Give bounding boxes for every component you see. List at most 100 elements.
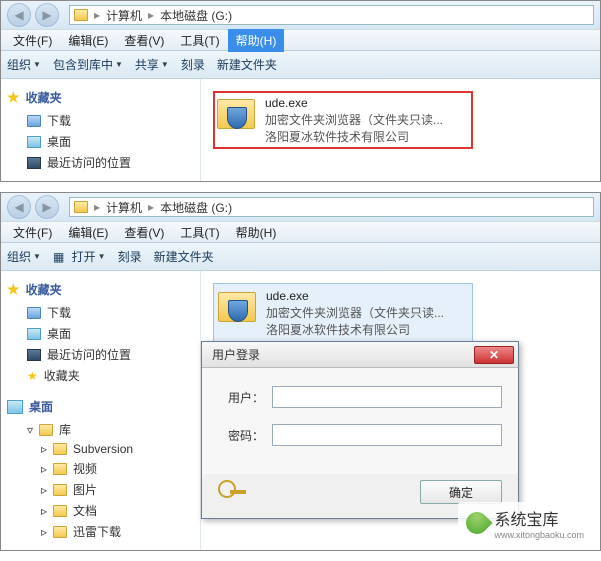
sidebar-favorites-header[interactable]: ★收藏夹 bbox=[7, 89, 194, 106]
close-button[interactable]: ✕ bbox=[474, 346, 514, 364]
include-in-library-button[interactable]: 包含到库中▼ bbox=[53, 56, 123, 73]
breadcrumb-computer[interactable]: 计算机 bbox=[106, 7, 142, 24]
menubar: 文件(F) 编辑(E) 查看(V) 工具(T) 帮助(H) bbox=[1, 221, 600, 243]
sidebar-item-downloads[interactable]: 下载 bbox=[7, 110, 194, 131]
expand-icon[interactable]: ▹ bbox=[41, 504, 47, 518]
share-button[interactable]: 共享▼ bbox=[135, 56, 169, 73]
folder-icon bbox=[53, 526, 67, 538]
folder-icon bbox=[53, 443, 67, 455]
menu-edit[interactable]: 编辑(E) bbox=[60, 29, 116, 52]
menu-edit[interactable]: 编辑(E) bbox=[60, 221, 116, 244]
sidebar-item-recent[interactable]: 最近访问的位置 bbox=[7, 344, 194, 365]
leaf-icon bbox=[462, 507, 493, 538]
sidebar-item-documents[interactable]: ▹文档 bbox=[7, 500, 194, 521]
breadcrumb-computer[interactable]: 计算机 bbox=[106, 199, 142, 216]
expand-icon[interactable]: ▹ bbox=[41, 483, 47, 497]
file-company: 洛阳夏冰软件技术有限公司 bbox=[266, 322, 444, 339]
sidebar-desktop-header[interactable]: 桌面 bbox=[7, 398, 194, 415]
content-area: ★收藏夹 下载 桌面 最近访问的位置 ude.exe 加密文件夹浏览器（文件夹只… bbox=[1, 79, 600, 181]
password-label: 密码： bbox=[218, 427, 264, 444]
watermark: 系统宝库 www.xitongbaoku.com bbox=[458, 502, 592, 544]
breadcrumb-drive[interactable]: 本地磁盘 (G:) bbox=[160, 199, 232, 216]
downloads-icon bbox=[27, 307, 41, 319]
login-dialog: 用户登录 ✕ 用户： 密码： 确定 bbox=[201, 341, 519, 519]
burn-button[interactable]: 刻录 bbox=[181, 56, 205, 73]
menu-view[interactable]: 查看(V) bbox=[116, 29, 172, 52]
organize-button[interactable]: 组织▼ bbox=[7, 248, 41, 265]
address-bar[interactable]: ▸ 计算机 ▸ 本地磁盘 (G:) bbox=[69, 5, 594, 25]
folder-icon bbox=[53, 505, 67, 517]
menu-help[interactable]: 帮助(H) bbox=[228, 29, 285, 52]
explorer-window-top: ◀ ▶ ▸ 计算机 ▸ 本地磁盘 (G:) 文件(F) 编辑(E) 查看(V) … bbox=[0, 0, 601, 182]
file-meta: ude.exe 加密文件夹浏览器（文件夹只读... 洛阳夏冰软件技术有限公司 bbox=[265, 95, 443, 145]
nav-back-button[interactable]: ◀ bbox=[7, 195, 31, 219]
sidebar-item-xunlei[interactable]: ▹迅雷下载 bbox=[7, 521, 194, 542]
sidebar-item-recent[interactable]: 最近访问的位置 bbox=[7, 152, 194, 173]
folder-icon bbox=[53, 463, 67, 475]
watermark-text: 系统宝库 bbox=[494, 512, 558, 529]
drive-icon bbox=[74, 201, 88, 213]
user-input[interactable] bbox=[272, 386, 502, 408]
separator-icon: ▸ bbox=[148, 8, 154, 22]
open-button[interactable]: ▦ 打开▼ bbox=[53, 248, 106, 265]
dialog-body: 用户： 密码： bbox=[202, 368, 518, 474]
password-input[interactable] bbox=[272, 424, 502, 446]
sidebar-item-desktop[interactable]: 桌面 bbox=[7, 323, 194, 344]
file-icon bbox=[218, 288, 258, 328]
sidebar-favorites-header[interactable]: ★收藏夹 bbox=[7, 281, 194, 298]
expand-icon[interactable]: ▹ bbox=[41, 462, 47, 476]
organize-button[interactable]: 组织▼ bbox=[7, 56, 41, 73]
file-item-ude[interactable]: ude.exe 加密文件夹浏览器（文件夹只读... 洛阳夏冰软件技术有限公司 bbox=[213, 91, 473, 149]
expand-icon[interactable]: ▿ bbox=[27, 423, 33, 437]
sidebar: ★收藏夹 下载 桌面 最近访问的位置 ★收藏夹 桌面 ▿库 ▹Subversio… bbox=[1, 271, 201, 550]
menu-help[interactable]: 帮助(H) bbox=[228, 221, 285, 244]
expand-icon[interactable]: ▹ bbox=[41, 442, 47, 456]
menu-view[interactable]: 查看(V) bbox=[116, 221, 172, 244]
menu-file[interactable]: 文件(F) bbox=[5, 221, 60, 244]
sidebar-item-pictures[interactable]: ▹图片 bbox=[7, 479, 194, 500]
file-icon bbox=[217, 95, 257, 135]
file-meta: ude.exe 加密文件夹浏览器（文件夹只读... 洛阳夏冰软件技术有限公司 bbox=[266, 288, 444, 338]
dialog-title: 用户登录 bbox=[212, 346, 260, 363]
sidebar-item-downloads[interactable]: 下载 bbox=[7, 302, 194, 323]
user-label: 用户： bbox=[218, 389, 264, 406]
recent-icon bbox=[27, 157, 41, 169]
menu-tools[interactable]: 工具(T) bbox=[172, 29, 227, 52]
watermark-url: www.xitongbaoku.com bbox=[494, 530, 584, 540]
star-icon: ★ bbox=[7, 89, 20, 106]
new-folder-button[interactable]: 新建文件夹 bbox=[217, 56, 277, 73]
shield-icon bbox=[228, 300, 248, 322]
sidebar-item-video[interactable]: ▹视频 bbox=[7, 458, 194, 479]
drive-icon bbox=[74, 9, 88, 21]
sidebar-item-desktop[interactable]: 桌面 bbox=[7, 131, 194, 152]
ok-button[interactable]: 确定 bbox=[420, 480, 502, 504]
nav-back-button[interactable]: ◀ bbox=[7, 3, 31, 27]
downloads-icon bbox=[27, 115, 41, 127]
file-item-ude[interactable]: ude.exe 加密文件夹浏览器（文件夹只读... 洛阳夏冰软件技术有限公司 bbox=[213, 283, 473, 343]
menu-tools[interactable]: 工具(T) bbox=[172, 221, 227, 244]
sidebar-item-library[interactable]: ▿库 bbox=[7, 419, 194, 440]
file-company: 洛阳夏冰软件技术有限公司 bbox=[265, 129, 443, 146]
desktop-icon bbox=[27, 328, 41, 340]
explorer-window-bottom: ◀ ▶ ▸ 计算机 ▸ 本地磁盘 (G:) 文件(F) 编辑(E) 查看(V) … bbox=[0, 192, 601, 551]
burn-button[interactable]: 刻录 bbox=[118, 248, 142, 265]
new-folder-button[interactable]: 新建文件夹 bbox=[154, 248, 214, 265]
address-bar[interactable]: ▸ 计算机 ▸ 本地磁盘 (G:) bbox=[69, 197, 594, 217]
menu-file[interactable]: 文件(F) bbox=[5, 29, 60, 52]
file-desc: 加密文件夹浏览器（文件夹只读... bbox=[266, 305, 444, 322]
sidebar-item-favorites2[interactable]: ★收藏夹 bbox=[7, 365, 194, 386]
file-name: ude.exe bbox=[265, 95, 443, 112]
file-desc: 加密文件夹浏览器（文件夹只读... bbox=[265, 112, 443, 129]
breadcrumb-drive[interactable]: 本地磁盘 (G:) bbox=[160, 7, 232, 24]
nav-forward-button[interactable]: ▶ bbox=[35, 3, 59, 27]
expand-icon[interactable]: ▹ bbox=[41, 525, 47, 539]
sidebar-item-subversion[interactable]: ▹Subversion bbox=[7, 440, 194, 458]
dialog-titlebar[interactable]: 用户登录 ✕ bbox=[202, 342, 518, 368]
sidebar: ★收藏夹 下载 桌面 最近访问的位置 bbox=[1, 79, 201, 181]
separator-icon: ▸ bbox=[148, 200, 154, 214]
toolbar: 组织▼ ▦ 打开▼ 刻录 新建文件夹 bbox=[1, 243, 600, 271]
file-pane[interactable]: ude.exe 加密文件夹浏览器（文件夹只读... 洛阳夏冰软件技术有限公司 bbox=[201, 79, 600, 181]
nav-forward-button[interactable]: ▶ bbox=[35, 195, 59, 219]
desktop-icon bbox=[7, 400, 23, 414]
folder-icon bbox=[53, 484, 67, 496]
